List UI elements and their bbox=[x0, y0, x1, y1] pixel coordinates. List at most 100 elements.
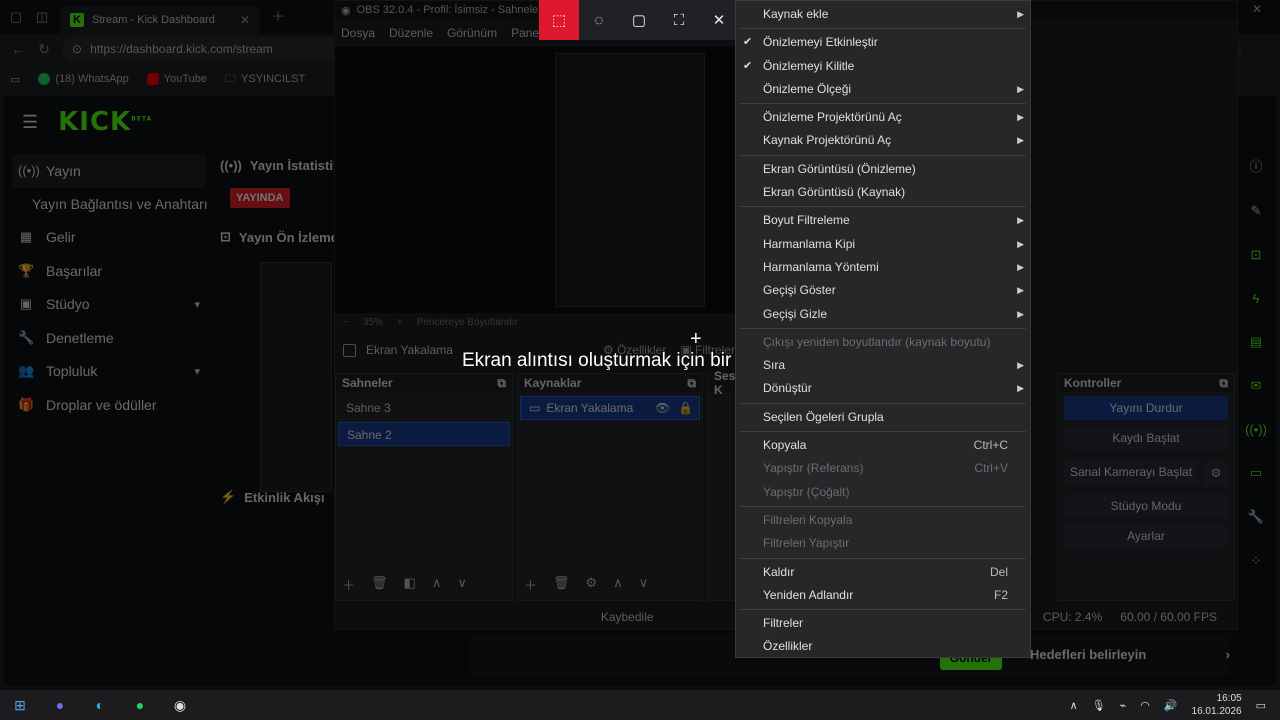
context-menu-item[interactable]: Geçişi Göster ▶ bbox=[736, 279, 1030, 302]
sidebar-item-achievements[interactable]: 🏆 Başarılar bbox=[4, 254, 214, 288]
sidebar-item-revenue[interactable]: ▦ Gelir bbox=[4, 221, 214, 255]
sidebar-item-stream-key[interactable]: Yayın Bağlantısı ve Anahtarı bbox=[4, 188, 214, 221]
rectangle-snip-button[interactable]: ⬚ bbox=[539, 0, 579, 40]
start-recording-button[interactable]: Kaydı Başlat bbox=[1064, 426, 1228, 450]
workspaces-icon[interactable]: ◫ bbox=[34, 9, 50, 25]
freeform-snip-button[interactable]: ◌ bbox=[579, 0, 619, 40]
kick-logo[interactable]: KICKBETA bbox=[58, 107, 152, 137]
context-menu-item[interactable]: Ekran Görüntüsü (Kaynak) bbox=[736, 181, 1030, 204]
wifi-icon[interactable]: ◠ bbox=[1140, 699, 1150, 712]
stop-stream-button[interactable]: Yayını Durdur bbox=[1064, 396, 1228, 420]
clock[interactable]: 16:05 16.01.2026 bbox=[1192, 692, 1242, 718]
add-icon[interactable]: ＋ bbox=[524, 575, 537, 594]
tab-actions-icon[interactable]: ▢ bbox=[8, 9, 24, 25]
edit-icon[interactable]: ✎ bbox=[1251, 203, 1262, 219]
context-menu-item[interactable]: Sıra ▶ bbox=[736, 354, 1030, 377]
context-menu-item[interactable]: Ekran Görüntüsü (Önizleme) bbox=[736, 158, 1030, 181]
notes-tool-icon[interactable]: ▤ bbox=[1250, 334, 1262, 350]
browser-tab[interactable]: K Stream - Kick Dashboard ✕ bbox=[60, 6, 260, 34]
move-up-icon[interactable]: ∧ bbox=[613, 575, 623, 594]
chevron-down-icon[interactable]: ▾ bbox=[194, 298, 200, 311]
menu-file[interactable]: Dosya bbox=[341, 26, 375, 40]
bookmark-folder[interactable]: 🗀 YSYINCILST bbox=[225, 70, 305, 89]
zoom-out-icon[interactable]: − bbox=[343, 317, 349, 328]
wrench-tool-icon[interactable]: 🔧 bbox=[1248, 509, 1264, 525]
sidebar-item-drops[interactable]: 🎁 Droplar ve ödüller bbox=[4, 388, 214, 422]
context-menu-item[interactable]: Özellikler bbox=[736, 635, 1030, 658]
hamburger-menu-icon[interactable]: ☰ bbox=[22, 112, 38, 133]
bookmark-whatsapp[interactable]: (18) WhatsApp bbox=[38, 73, 129, 85]
close-tab-icon[interactable]: ✕ bbox=[240, 13, 250, 27]
mic-icon[interactable]: 🎙 bbox=[1092, 699, 1106, 712]
undock-icon[interactable]: ⧉ bbox=[1219, 376, 1228, 391]
window-snip-button[interactable]: ▢ bbox=[619, 0, 659, 40]
obs-taskbar-icon[interactable]: ◉ bbox=[160, 690, 200, 720]
menu-edit[interactable]: Düzenle bbox=[389, 26, 433, 40]
close-snip-button[interactable]: ✕ bbox=[699, 0, 739, 40]
sidebar-item-stream[interactable]: ((•)) Yayın bbox=[12, 154, 206, 188]
reload-icon[interactable]: ↻ bbox=[36, 41, 52, 58]
context-menu-item[interactable]: Kaynak Projektörünü Aç ▶ bbox=[736, 129, 1030, 152]
bookmarks-menu-icon[interactable]: ▭ bbox=[10, 73, 20, 86]
notifications-icon[interactable]: ▭ bbox=[1256, 699, 1266, 712]
tray-chevron-icon[interactable]: ∧ bbox=[1070, 699, 1078, 712]
context-menu-item[interactable]: Filtreler bbox=[736, 612, 1030, 635]
fit-to-window[interactable]: Pencereye Boyutlandır bbox=[417, 317, 518, 328]
spotify-icon[interactable]: ● bbox=[120, 690, 160, 720]
undock-icon[interactable]: ⧉ bbox=[497, 376, 506, 391]
network-icon[interactable]: ⌁ bbox=[1120, 699, 1127, 712]
scene-item-selected[interactable]: Sahne 2 bbox=[338, 422, 510, 446]
context-menu-item[interactable]: Seçilen Ögeleri Grupla bbox=[736, 406, 1030, 429]
context-menu-item[interactable]: Geçişi Gizle ▶ bbox=[736, 303, 1030, 326]
move-down-icon[interactable]: ∨ bbox=[457, 575, 467, 594]
move-down-icon[interactable]: ∨ bbox=[639, 575, 649, 594]
broadcast-tool-icon[interactable]: ((•)) bbox=[1245, 422, 1267, 437]
close-window-icon[interactable]: ✕ bbox=[1234, 0, 1280, 18]
app-icon[interactable]: ● bbox=[40, 690, 80, 720]
context-menu-item[interactable]: ✔ Önizlemeyi Kilitle bbox=[736, 55, 1030, 78]
site-info-icon[interactable]: ⊙ bbox=[72, 42, 82, 56]
move-up-icon[interactable]: ∧ bbox=[432, 575, 442, 594]
bookmark-youtube[interactable]: YouTube bbox=[146, 73, 207, 85]
studio-mode-button[interactable]: Stüdyo Modu bbox=[1064, 494, 1228, 518]
context-menu-item[interactable]: Kaynak ekle ▶ bbox=[736, 3, 1030, 26]
add-icon[interactable]: ＋ bbox=[342, 575, 355, 594]
source-visibility-checkbox[interactable] bbox=[343, 343, 356, 357]
context-menu-item[interactable]: ✔ Önizlemeyi Etkinleştir bbox=[736, 31, 1030, 54]
trash-icon[interactable]: 🗑 bbox=[553, 575, 570, 594]
gear-icon[interactable]: ⚙ bbox=[586, 575, 598, 594]
lock-icon[interactable]: 🔒 bbox=[678, 396, 693, 420]
sidebar-item-community[interactable]: 👥 Topluluk ▾ bbox=[4, 355, 214, 389]
context-menu-item[interactable]: Kopyala Ctrl+C bbox=[736, 434, 1030, 457]
preview-tool-icon[interactable]: ⊡ bbox=[1251, 247, 1262, 263]
fullscreen-snip-button[interactable]: ⛶ bbox=[659, 0, 699, 40]
chat-tool-icon[interactable]: ✉ bbox=[1251, 378, 1262, 394]
obs-preview-canvas[interactable] bbox=[335, 47, 735, 313]
menu-view[interactable]: Görünüm bbox=[447, 26, 497, 40]
trash-icon[interactable]: 🗑 bbox=[371, 575, 388, 594]
edge-icon[interactable]: ◐ bbox=[80, 690, 120, 720]
chevron-down-icon[interactable]: ▾ bbox=[194, 365, 200, 378]
back-icon[interactable]: ← bbox=[10, 41, 26, 57]
context-menu-item[interactable]: Harmanlama Yöntemi ▶ bbox=[736, 256, 1030, 279]
context-menu-item[interactable]: Dönüştür ▶ bbox=[736, 377, 1030, 400]
sidebar-item-studio[interactable]: ▣ Stüdyo ▾ bbox=[4, 288, 214, 322]
undock-icon[interactable]: ⧉ bbox=[687, 376, 696, 391]
context-menu-item[interactable]: Kaldır Del bbox=[736, 561, 1030, 584]
new-tab-icon[interactable]: ＋ bbox=[270, 9, 286, 25]
windows-start-icon[interactable]: ⊞ bbox=[0, 690, 40, 720]
sidebar-item-moderation[interactable]: 🔧 Denetleme bbox=[4, 321, 214, 355]
start-virtual-camera-button[interactable]: Sanal Kamerayı Başlat bbox=[1064, 460, 1198, 484]
lightning-tool-icon[interactable]: ϟ bbox=[1253, 291, 1260, 306]
settings-button[interactable]: Ayarlar bbox=[1064, 524, 1228, 548]
media-tool-icon[interactable]: ▭ bbox=[1250, 465, 1262, 481]
context-menu-item[interactable]: Önizleme Ölçeği ▶ bbox=[736, 78, 1030, 101]
info-icon[interactable]: ⓘ bbox=[1249, 156, 1262, 175]
volume-icon[interactable]: 🔊 bbox=[1164, 699, 1178, 712]
context-menu-item[interactable]: Yeniden Adlandır F2 bbox=[736, 584, 1030, 607]
scene-item[interactable]: Sahne 3 bbox=[338, 396, 510, 420]
filter-icon[interactable]: ◧ bbox=[404, 575, 416, 594]
source-item[interactable]: ▭ Ekran Yakalama 👁 🔒 bbox=[520, 396, 700, 420]
more-tools-icon[interactable]: ⁘ bbox=[1251, 553, 1262, 569]
eye-icon[interactable]: 👁 bbox=[655, 396, 670, 420]
